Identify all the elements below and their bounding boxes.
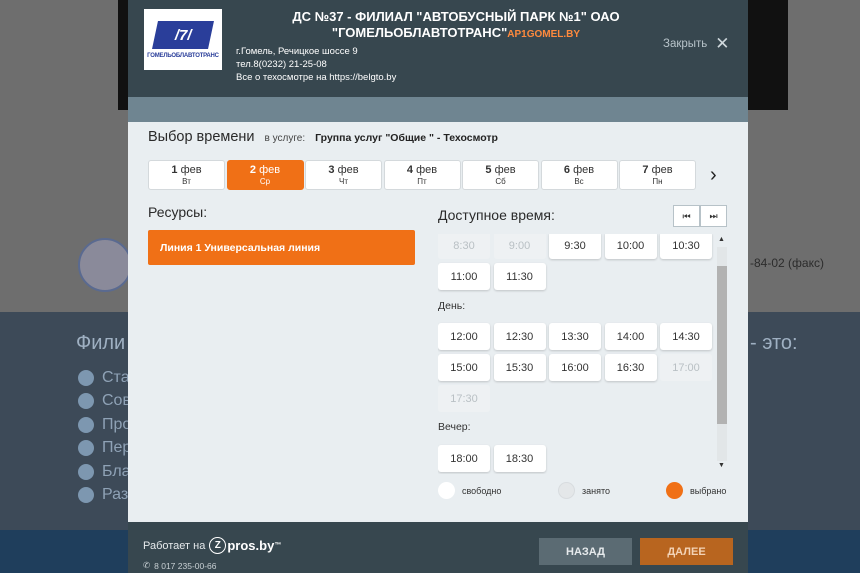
last-page-button[interactable]: ⏭ <box>700 205 727 227</box>
time-slot[interactable]: 18:00 <box>438 445 490 472</box>
modal-footer: Работает на Zpros.by ™ ✆ 8 017 235-00-66 … <box>128 522 748 573</box>
logo-mark: /7/ <box>152 20 214 49</box>
time-slot[interactable]: 10:00 <box>604 234 657 259</box>
back-button[interactable]: НАЗАД <box>539 538 632 565</box>
time-slots: День: Вечер: 8:30 9:00 9:30 10:00 10:30 11:00… <box>438 234 716 474</box>
address-text: г.Гомель, Речицкое шоссе 9 <box>236 46 358 57</box>
next-days-button[interactable]: › <box>710 164 717 187</box>
background-list-item: Про <box>78 413 131 437</box>
contact-info: г.Гомель, Речицкое шоссе 9 тел.8(0232) 2… <box>236 45 396 84</box>
resources-title: Ресурсы: <box>148 204 208 220</box>
service-name: Группа услуг "Общие " - Техосмотр <box>315 132 498 144</box>
time-slot[interactable]: 13:30 <box>549 323 601 350</box>
day-selector: 1 фев Вт 2 фев Ср 3 фев Чт 4 фев Пт 5 фев Сб 6 фев… <box>148 160 696 190</box>
time-slot[interactable]: 15:30 <box>493 354 546 381</box>
powered-by: Работает на Zpros.by ™ <box>143 537 282 554</box>
scroll-thumb[interactable] <box>717 266 727 424</box>
slots-scrollbar[interactable]: ▲ ▼ <box>717 236 727 472</box>
day-tab[interactable]: 5 фев Сб <box>462 160 539 190</box>
time-slot[interactable]: 9:30 <box>549 234 601 259</box>
phone-icon: ✆ <box>143 560 151 570</box>
skip-forward-icon: ⏭ <box>709 210 718 221</box>
day-period-label: День: <box>438 300 466 312</box>
time-slot[interactable]: 10:30 <box>660 234 712 259</box>
background-heading-right: - это: <box>750 332 798 354</box>
time-slot[interactable]: 18:30 <box>493 445 546 472</box>
phone-text: тел.8(0232) 21-25-08 <box>236 59 327 70</box>
background-list-item: Ста <box>78 366 131 390</box>
website-link[interactable]: AP1GOMEL.BY <box>507 29 580 40</box>
evening-period-label: Вечер: <box>438 421 471 433</box>
time-slot[interactable]: 14:30 <box>660 323 712 350</box>
time-slot[interactable]: 11:30 <box>493 263 546 290</box>
background-fax-text: -84-02 (факс) <box>750 256 824 270</box>
globe-icon <box>78 393 94 410</box>
modal-header: /7/ ГОМЕЛЬОБЛАВТОТРАНС ДС №37 - ФИЛИАЛ "… <box>128 0 748 97</box>
globe-icon <box>78 416 94 433</box>
available-time-title: Доступное время: <box>438 207 555 223</box>
globe-icon <box>78 440 94 457</box>
close-label: Закрыть <box>663 38 708 50</box>
zpros-logo[interactable]: Zpros.by ™ <box>209 537 281 554</box>
legend-selected: выбрано <box>666 482 726 499</box>
info-link[interactable]: Все о техосмотре на https://belgto.by <box>236 71 396 84</box>
time-slot[interactable]: 12:00 <box>438 323 490 350</box>
selected-circle-icon <box>666 482 683 499</box>
scroll-down-icon[interactable]: ▼ <box>718 462 725 469</box>
background-list-item: Пер <box>78 437 131 461</box>
next-button[interactable]: ДАЛЕЕ <box>640 538 733 565</box>
selection-title: Выбор времени в услуге: Группа услуг "Об… <box>148 129 498 145</box>
time-slot[interactable]: 15:00 <box>438 354 490 381</box>
day-tab[interactable]: 1 фев Вт <box>148 160 225 190</box>
first-page-button[interactable]: ⏮ <box>673 205 700 227</box>
company-logo: /7/ ГОМЕЛЬОБЛАВТОТРАНС <box>144 9 222 70</box>
globe-icon <box>78 487 94 504</box>
free-circle-icon <box>438 482 455 499</box>
background-list-item: Раз <box>78 484 131 508</box>
day-tab[interactable]: 2 фев Ср <box>226 160 304 190</box>
time-slot: 17:30 <box>438 385 490 412</box>
logo-caption: ГОМЕЛЬОБЛАВТОТРАНС <box>147 52 219 59</box>
time-slot[interactable]: 16:00 <box>549 354 601 381</box>
time-slot: 9:00 <box>493 234 546 259</box>
background-list-item: Бла <box>78 460 131 484</box>
time-slot: 8:30 <box>438 234 490 259</box>
day-tab[interactable]: 7 фев Пн <box>619 160 696 190</box>
time-nav: ⏮ ⏭ <box>673 205 727 227</box>
close-icon: ✕ <box>715 34 730 53</box>
background-list-item: Сов <box>78 390 131 414</box>
time-slot[interactable]: 14:00 <box>604 323 657 350</box>
globe-icon <box>78 369 94 386</box>
booking-modal: /7/ ГОМЕЛЬОБЛАВТОТРАНС ДС №37 - ФИЛИАЛ "… <box>128 0 748 573</box>
day-tab[interactable]: 6 фев Вс <box>540 160 618 190</box>
day-tab[interactable]: 4 фев Пт <box>383 160 461 190</box>
time-slot[interactable]: 12:30 <box>493 323 546 350</box>
background-list: Ста Сов Про Пер Бла Раз <box>78 366 131 507</box>
legend-free: свободно <box>438 482 501 499</box>
time-slot[interactable]: 16:30 <box>604 354 657 381</box>
background-heading-left: Фили <box>76 332 126 354</box>
globe-icon <box>78 463 94 480</box>
modal-title: ДС №37 - ФИЛИАЛ "АВТОБУСНЫЙ ПАРК №1" ОАО… <box>292 9 620 40</box>
day-tab[interactable]: 3 фев Чт <box>305 160 382 190</box>
legend-taken: занято <box>558 482 610 499</box>
header-band <box>128 97 748 122</box>
scroll-up-icon[interactable]: ▲ <box>718 236 725 243</box>
background-logo <box>78 238 132 292</box>
close-button[interactable]: Закрыть ✕ <box>663 34 730 53</box>
skip-back-icon: ⏮ <box>682 210 691 221</box>
support-phone: ✆ 8 017 235-00-66 <box>143 560 217 571</box>
taken-circle-icon <box>558 482 575 499</box>
time-slot[interactable]: 11:00 <box>438 263 490 290</box>
time-slot: 17:00 <box>660 354 712 381</box>
resource-item[interactable]: Линия 1 Универсальная линия <box>148 230 415 265</box>
